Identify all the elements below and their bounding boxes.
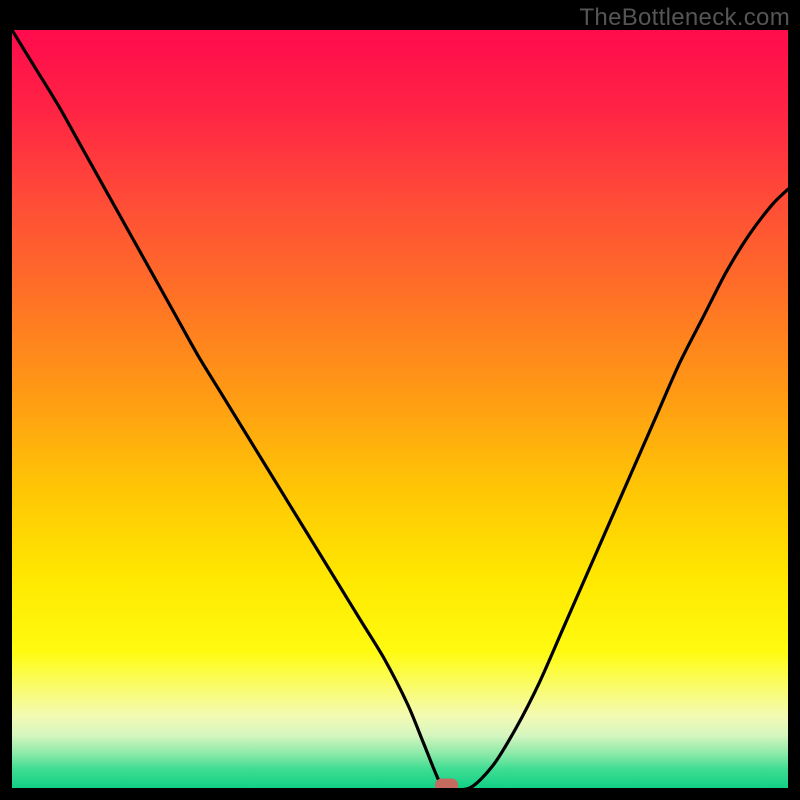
watermark-text: TheBottleneck.com (579, 4, 790, 32)
marker-icon (436, 779, 458, 788)
gradient-background (12, 30, 788, 788)
chart-frame: TheBottleneck.com (0, 0, 800, 800)
plot-svg (12, 30, 788, 788)
plot-area (12, 30, 788, 788)
